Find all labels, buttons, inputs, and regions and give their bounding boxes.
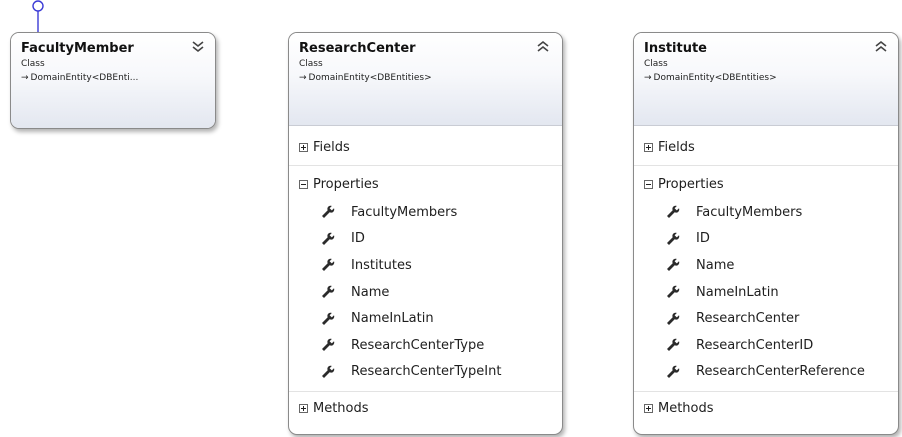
wrench-icon bbox=[667, 312, 680, 325]
class-kind: Class bbox=[21, 59, 45, 69]
property-label: ResearchCenterReference bbox=[696, 364, 865, 380]
class-body-institute: Fields Properties FacultyMembers ID Name bbox=[634, 126, 898, 420]
class-base-type-label: DomainEntity<DBEnti... bbox=[30, 73, 139, 83]
property-item[interactable]: FacultyMembers bbox=[289, 199, 562, 226]
wrench-icon bbox=[322, 312, 335, 325]
class-base-type: → DomainEntity<DBEntities> bbox=[644, 71, 898, 85]
class-base-type: → DomainEntity<DBEntities> bbox=[299, 71, 562, 85]
property-list-research-center: FacultyMembers ID Institutes Name NameIn… bbox=[289, 196, 562, 385]
class-shape-faculty-member[interactable]: FacultyMember Class → DomainEntity<DBEnti… bbox=[10, 32, 216, 129]
property-label: Name bbox=[351, 284, 390, 300]
property-item[interactable]: NameInLatin bbox=[634, 279, 898, 306]
wrench-icon bbox=[322, 232, 335, 245]
wrench-icon bbox=[667, 259, 680, 272]
wrench-icon bbox=[322, 365, 335, 378]
wrench-icon bbox=[667, 285, 680, 299]
property-label: NameInLatin bbox=[696, 284, 779, 300]
class-name: FacultyMember bbox=[21, 41, 134, 56]
property-item[interactable]: Institutes bbox=[289, 252, 562, 279]
property-label: ID bbox=[696, 231, 710, 247]
property-item[interactable]: FacultyMembers bbox=[634, 199, 898, 226]
section-methods[interactable]: Methods bbox=[289, 396, 562, 420]
property-item[interactable]: ResearchCenterTypeInt bbox=[289, 359, 562, 386]
wrench-icon bbox=[667, 339, 680, 352]
plus-box-icon[interactable] bbox=[299, 403, 308, 413]
section-divider bbox=[634, 391, 898, 393]
section-fields[interactable]: Fields bbox=[634, 135, 898, 159]
property-label: ResearchCenterID bbox=[696, 337, 814, 353]
property-label: ResearchCenter bbox=[696, 311, 800, 327]
inherits-arrow-icon: → bbox=[299, 73, 307, 83]
collapse-double-chevron-up-icon[interactable] bbox=[534, 39, 552, 55]
class-header-faculty-member[interactable]: FacultyMember Class → DomainEntity<DBEnti… bbox=[11, 33, 215, 128]
minus-box-icon[interactable] bbox=[299, 179, 308, 189]
minus-box-icon[interactable] bbox=[644, 179, 653, 189]
section-label: Properties bbox=[313, 176, 379, 192]
section-properties[interactable]: Properties bbox=[289, 172, 562, 196]
class-base-type-label: DomainEntity<DBEntities> bbox=[308, 73, 432, 83]
interface-lollipop-icon bbox=[32, 0, 44, 34]
property-item[interactable]: ResearchCenterReference bbox=[634, 359, 898, 386]
property-label: FacultyMembers bbox=[351, 204, 458, 220]
property-item[interactable]: ID bbox=[289, 226, 562, 253]
property-item[interactable]: NameInLatin bbox=[289, 305, 562, 332]
property-item[interactable]: Name bbox=[289, 279, 562, 306]
section-methods[interactable]: Methods bbox=[634, 396, 898, 420]
section-fields[interactable]: Fields bbox=[289, 135, 562, 159]
class-header-research-center[interactable]: ResearchCenter Class → DomainEntity<DBEnt… bbox=[289, 33, 562, 126]
wrench-icon bbox=[667, 365, 680, 378]
section-label: Fields bbox=[658, 139, 695, 155]
inherits-arrow-icon: → bbox=[21, 73, 29, 83]
wrench-icon bbox=[322, 206, 335, 219]
class-name: ResearchCenter bbox=[299, 41, 416, 56]
property-item[interactable]: ResearchCenterType bbox=[289, 332, 562, 359]
wrench-icon bbox=[667, 206, 680, 219]
property-item[interactable]: ID bbox=[634, 226, 898, 253]
class-kind: Class bbox=[644, 59, 668, 69]
collapse-double-chevron-up-icon[interactable] bbox=[872, 39, 890, 55]
section-properties[interactable]: Properties bbox=[634, 172, 898, 196]
plus-box-icon[interactable] bbox=[644, 403, 653, 413]
class-name: Institute bbox=[644, 41, 708, 56]
wrench-icon bbox=[322, 285, 335, 299]
class-header-institute[interactable]: Institute Class → DomainEntity<DBEntities… bbox=[634, 33, 898, 126]
property-label: FacultyMembers bbox=[696, 204, 803, 220]
inherits-arrow-icon: → bbox=[644, 73, 652, 83]
section-label: Methods bbox=[313, 400, 369, 416]
property-label: Institutes bbox=[351, 257, 412, 273]
section-label: Fields bbox=[313, 139, 350, 155]
class-kind: Class bbox=[299, 59, 323, 69]
class-base-type: → DomainEntity<DBEnti... bbox=[21, 71, 215, 85]
plus-box-icon[interactable] bbox=[299, 142, 308, 152]
property-list-institute: FacultyMembers ID Name NameInLatin Resea… bbox=[634, 196, 898, 385]
property-label: NameInLatin bbox=[351, 311, 434, 327]
section-divider bbox=[289, 391, 562, 393]
section-label: Methods bbox=[658, 400, 714, 416]
section-divider bbox=[289, 165, 562, 166]
wrench-icon bbox=[667, 232, 680, 245]
property-label: Name bbox=[696, 257, 735, 273]
wrench-icon bbox=[322, 339, 335, 352]
property-label: ResearchCenterTypeInt bbox=[351, 364, 502, 380]
wrench-icon bbox=[322, 259, 335, 272]
property-item[interactable]: Name bbox=[634, 252, 898, 279]
class-shape-institute[interactable]: Institute Class → DomainEntity<DBEntities… bbox=[633, 32, 899, 435]
section-divider bbox=[634, 165, 898, 166]
class-base-type-label: DomainEntity<DBEntities> bbox=[653, 73, 777, 83]
class-body-research-center: Fields Properties FacultyMembers ID Inst… bbox=[289, 126, 562, 420]
property-label: ResearchCenterType bbox=[351, 337, 485, 353]
expand-double-chevron-down-icon[interactable] bbox=[189, 39, 207, 55]
class-shape-research-center[interactable]: ResearchCenter Class → DomainEntity<DBEnt… bbox=[288, 32, 563, 435]
section-label: Properties bbox=[658, 176, 724, 192]
property-item[interactable]: ResearchCenter bbox=[634, 305, 898, 332]
plus-box-icon[interactable] bbox=[644, 142, 653, 152]
property-item[interactable]: ResearchCenterID bbox=[634, 332, 898, 359]
property-label: ID bbox=[351, 231, 365, 247]
